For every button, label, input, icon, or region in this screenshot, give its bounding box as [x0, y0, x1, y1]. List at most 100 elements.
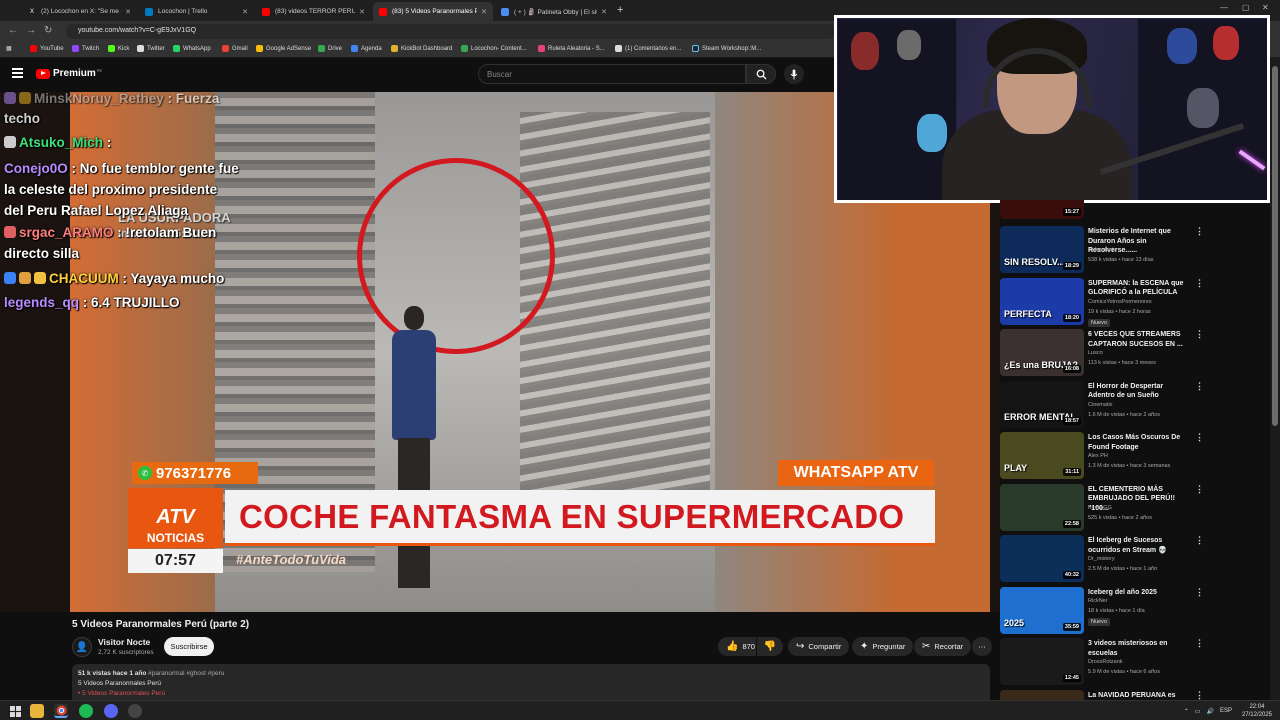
description-link[interactable]: • 5 Videos Paranormales Perú	[78, 690, 165, 697]
apps-icon[interactable]: ▦	[6, 45, 12, 52]
file-explorer-icon[interactable]	[30, 704, 44, 718]
video-title[interactable]: El Iceberg de Sucesos ocurridos en Strea…	[1088, 536, 1188, 555]
dislike-button[interactable]: 👎	[757, 637, 783, 656]
recommended-video[interactable]: ¿Es una BRUJA? 16:08 6 VECES QUE STREAMERS…	[998, 329, 1270, 379]
video-thumbnail[interactable]: SIN RESOLV... 18:29	[1000, 226, 1084, 273]
more-options-icon[interactable]: ⋮	[1195, 381, 1204, 392]
video-thumbnail[interactable]: ¿Es una BRUJA? 16:08	[1000, 329, 1084, 376]
video-thumbnail[interactable]: 12:45	[1000, 638, 1084, 685]
recommended-video[interactable]: SIN RESOLV... 18:29 Misterios de Internet …	[998, 226, 1270, 276]
video-title[interactable]: SUPERMAN: la ESCENA que GLORIFICÓ a la P…	[1088, 279, 1188, 298]
recommended-video[interactable]: 15:27	[998, 200, 1270, 222]
video-thumbnail[interactable]	[1000, 689, 1084, 700]
bookmark-twitter[interactable]: Twitter	[137, 45, 165, 52]
video-thumbnail[interactable]: 15:27	[1000, 200, 1084, 219]
close-window-icon[interactable]: ✕	[1262, 3, 1269, 12]
chevron-up-icon[interactable]: ⌃	[1184, 708, 1189, 715]
recommended-video[interactable]: 40:32 El Iceberg de Sucesos ocurridos en …	[998, 535, 1270, 585]
page-scrollbar[interactable]	[1270, 58, 1280, 700]
channel-name[interactable]: Alex PH	[1088, 453, 1108, 459]
recommended-video[interactable]: 12:45 3 videos misteriosos en escuelas Dro…	[998, 638, 1270, 688]
browser-tab[interactable]: ( + ) 🗿 Patineta Obby | El sitio ✕	[495, 2, 613, 21]
recommended-video[interactable]: 22:58 EL CEMENTERIO MÁS EMBRUJADO DEL PER…	[998, 483, 1270, 534]
bookmark-gmail[interactable]: Gmail	[222, 45, 248, 52]
youtube-logo[interactable]: Premium PE	[36, 68, 102, 79]
video-thumbnail[interactable]: 2025 35:59	[1000, 586, 1084, 634]
video-title[interactable]: 3 videos misteriosos en escuelas	[1088, 639, 1188, 658]
video-title[interactable]: Los Casos Más Oscuros De Found Footage	[1088, 433, 1188, 452]
channel-name[interactable]: ComicsYotrosPormenores	[1088, 299, 1152, 305]
bookmark-steam[interactable]: Steam Workshop::M...	[692, 45, 761, 52]
bookmark-whatsapp[interactable]: WhatsApp	[173, 45, 211, 52]
close-tab-icon[interactable]: ✕	[601, 8, 607, 16]
new-tab-button[interactable]: +	[617, 4, 623, 16]
bookmark-ruleta[interactable]: Ruleta Aleatoria - S...	[538, 45, 605, 52]
close-tab-icon[interactable]: ✕	[125, 8, 131, 16]
language-indicator[interactable]: ESP	[1220, 708, 1232, 714]
search-input[interactable]: Buscar	[478, 64, 746, 84]
bookmark-kick[interactable]: Kick	[108, 45, 129, 52]
recommended-video[interactable]: 2025 35:59 Iceberg del año 2025 RickNer 18 k…	[998, 586, 1270, 637]
bookmark-twitch[interactable]: Twitch	[72, 45, 99, 52]
more-options-icon[interactable]: ⋮	[1195, 535, 1204, 546]
ask-button[interactable]: ✦ Preguntar	[852, 637, 914, 656]
obs-icon[interactable]	[128, 704, 142, 718]
bookmark-agenda[interactable]: Agenda	[351, 45, 382, 52]
browser-tab[interactable]: Locochon | Trello ✕	[139, 2, 254, 21]
clock[interactable]: 22:04 27/12/2025	[1242, 703, 1272, 719]
video-title[interactable]: El Horror de Despertar Adentro de un Sue…	[1088, 382, 1188, 401]
channel-name[interactable]: RickNer	[1088, 598, 1108, 604]
video-thumbnail[interactable]: PLAY 31:11	[1000, 432, 1084, 479]
more-options-icon[interactable]: ⋮	[1195, 484, 1204, 495]
close-tab-icon[interactable]: ✕	[242, 8, 248, 16]
channel-name[interactable]: Visitor Nocte	[98, 637, 150, 647]
back-icon[interactable]: ←	[8, 25, 18, 36]
video-title[interactable]: Iceberg del año 2025	[1088, 588, 1188, 598]
bookmark-kickbot[interactable]: KickBot Dashboard	[391, 45, 452, 52]
more-actions-button[interactable]: ⋯	[972, 637, 992, 656]
spotify-icon[interactable]	[79, 704, 93, 718]
recommended-video[interactable]: ERROR MENTAL 18:57 El Horror de Despertar …	[998, 380, 1270, 431]
more-options-icon[interactable]: ⋮	[1195, 329, 1204, 340]
recommended-video[interactable]: La NAVIDAD PERUANA es ⋮	[998, 689, 1270, 701]
browser-tab[interactable]: (83) videos TERROR PERU - Yo ✕	[256, 2, 371, 21]
bookmark-youtube[interactable]: YouTube	[30, 45, 64, 52]
chrome-icon[interactable]	[54, 704, 68, 718]
more-options-icon[interactable]: ⋮	[1195, 638, 1204, 649]
more-options-icon[interactable]: ⋮	[1195, 278, 1204, 289]
video-title[interactable]: 6 VECES QUE STREAMERS CAPTARON SUCESOS E…	[1088, 330, 1188, 349]
browser-tab[interactable]: X (2) Locochon en X: "Se me cay ✕	[22, 2, 137, 21]
video-thumbnail[interactable]: ERROR MENTAL 18:57	[1000, 380, 1084, 428]
share-button[interactable]: ↪ Compartir	[788, 637, 850, 656]
like-button[interactable]: 👍 870	[718, 637, 756, 656]
channel-avatar[interactable]: 👤	[72, 637, 92, 657]
channel-name[interactable]: DrossRotzank	[1088, 659, 1123, 665]
recommended-video[interactable]: PERFECTA 18:20 SUPERMAN: la ESCENA que GLO…	[998, 277, 1270, 328]
video-title[interactable]: La NAVIDAD PERUANA es	[1088, 691, 1188, 701]
discord-icon[interactable]	[104, 704, 118, 718]
recommended-video[interactable]: PLAY 31:11 Los Casos Más Oscuros De Found …	[998, 432, 1270, 482]
scrollbar-thumb[interactable]	[1272, 66, 1278, 426]
video-thumbnail[interactable]: 40:32	[1000, 535, 1084, 582]
more-options-icon[interactable]: ⋮	[1195, 432, 1204, 443]
forward-icon[interactable]: →	[26, 25, 36, 36]
bookmark-drive[interactable]: Drive	[318, 45, 342, 52]
network-icon[interactable]: ▭	[1195, 708, 1201, 715]
channel-name[interactable]: Dr_mistery	[1088, 556, 1115, 562]
voice-search-button[interactable]	[784, 64, 804, 84]
hamburger-menu-icon[interactable]	[12, 68, 23, 78]
search-button[interactable]	[746, 64, 776, 84]
close-tab-icon[interactable]: ✕	[359, 8, 365, 16]
more-options-icon[interactable]: ⋮	[1195, 226, 1204, 237]
video-thumbnail[interactable]: PERFECTA 18:20	[1000, 277, 1084, 325]
maximize-icon[interactable]: ▢	[1242, 3, 1250, 12]
windows-start-icon[interactable]	[8, 704, 22, 718]
reload-icon[interactable]: ↻	[44, 25, 52, 36]
channel-name[interactable]: Cinematix	[1088, 402, 1112, 408]
clip-button[interactable]: ✂ Recortar	[914, 637, 972, 656]
bookmark-comentarios[interactable]: (1) Comentarios en...	[615, 45, 681, 52]
close-tab-icon[interactable]: ✕	[481, 8, 487, 16]
url-field[interactable]: youtube.com/watch?v=C-gE9JxV1GQ	[66, 24, 836, 39]
browser-tab-active[interactable]: (83) 5 Videos Paranormales Per ✕	[373, 2, 493, 21]
channel-name[interactable]: clubernaut	[1088, 247, 1114, 253]
